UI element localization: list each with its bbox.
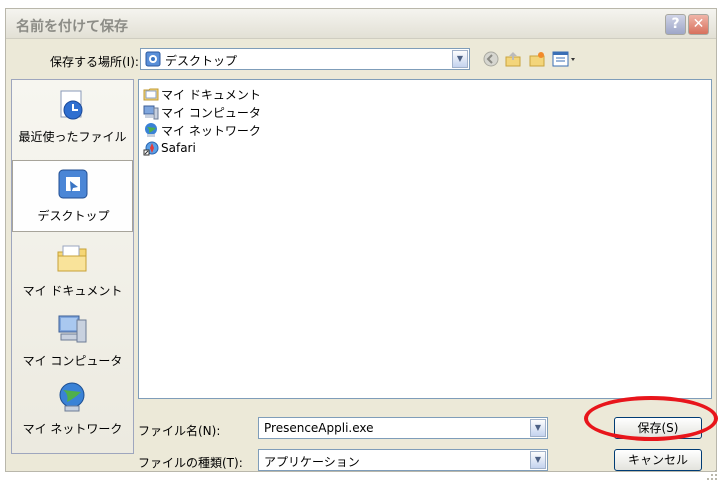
save-location-combo[interactable]: デスクトップ ▼ [140,48,470,70]
list-item[interactable]: Safari [143,140,196,156]
place-my-network[interactable]: マイ ネットワーク [12,374,133,446]
file-list[interactable]: マイ ドキュメント マイ コンピュータ マイ ネットワーク Safari [138,79,712,399]
file-name: Safari [161,141,196,155]
place-label: デスクトップ [37,209,110,223]
network-icon [145,123,157,137]
file-name-value[interactable]: PresenceAppli.exe [264,421,374,435]
place-label: マイ コンピュータ [22,354,123,368]
place-recent[interactable]: 最近使ったファイル [12,82,133,154]
file-type-label: ファイルの種類(T): [138,456,243,470]
new-folder-icon[interactable] [528,50,546,68]
back-icon[interactable] [482,50,500,68]
list-item[interactable]: マイ ドキュメント [143,86,261,102]
save-as-dialog: 名前を付けて保存 ? ✕ 保存する場所(I): デスクトップ ▼ 最近使ったファ… [5,8,717,480]
help-button[interactable]: ? [665,14,686,35]
my-computer-icon [58,315,87,343]
list-item[interactable]: マイ コンピュータ [143,104,261,120]
chevron-down-icon[interactable]: ▼ [530,419,546,437]
recent-icon [60,90,83,120]
desktop-small-icon [145,51,161,67]
file-name-input[interactable]: PresenceAppli.exe ▼ [258,417,548,439]
computer-icon [143,105,159,120]
file-name: マイ コンピュータ [161,105,261,120]
place-label: マイ ネットワーク [22,422,123,436]
title-bar: 名前を付けて保存 ? ✕ [6,9,716,39]
my-documents-icon [57,245,87,272]
up-folder-icon[interactable] [504,50,522,68]
file-name-label: ファイル名(N): [138,424,221,438]
place-desktop[interactable]: デスクトップ [12,160,133,232]
resize-grip-icon[interactable] [706,469,718,480]
window-title: 名前を付けて保存 [16,19,128,35]
place-my-documents[interactable]: マイ ドキュメント [12,236,133,308]
view-menu-icon[interactable] [552,50,578,68]
save-location-value: デスクトップ [165,54,238,68]
place-my-computer[interactable]: マイ コンピュータ [12,306,133,378]
save-button[interactable]: 保存(S) [614,417,702,439]
file-name: マイ ネットワーク [161,123,261,138]
desktop-icon [58,169,88,199]
folder-icon [143,88,159,101]
safari-shortcut-icon [143,141,159,156]
file-name: マイ ドキュメント [161,87,261,102]
file-type-select[interactable]: アプリケーション ▼ [258,449,548,471]
chevron-down-icon[interactable]: ▼ [530,451,546,469]
place-label: マイ ドキュメント [22,284,123,298]
cancel-button[interactable]: キャンセル [614,449,702,471]
save-in-label: 保存する場所(I): [50,55,139,69]
place-label: 最近使ったファイル [18,130,127,144]
chevron-down-icon[interactable]: ▼ [452,50,468,68]
my-network-icon [59,382,85,412]
places-bar: 最近使ったファイル デスクトップ マイ ドキュメント マイ コンピュータ マイ … [11,79,134,454]
list-item[interactable]: マイ ネットワーク [143,122,261,138]
file-type-value: アプリケーション [264,455,360,469]
close-button[interactable]: ✕ [688,14,709,35]
